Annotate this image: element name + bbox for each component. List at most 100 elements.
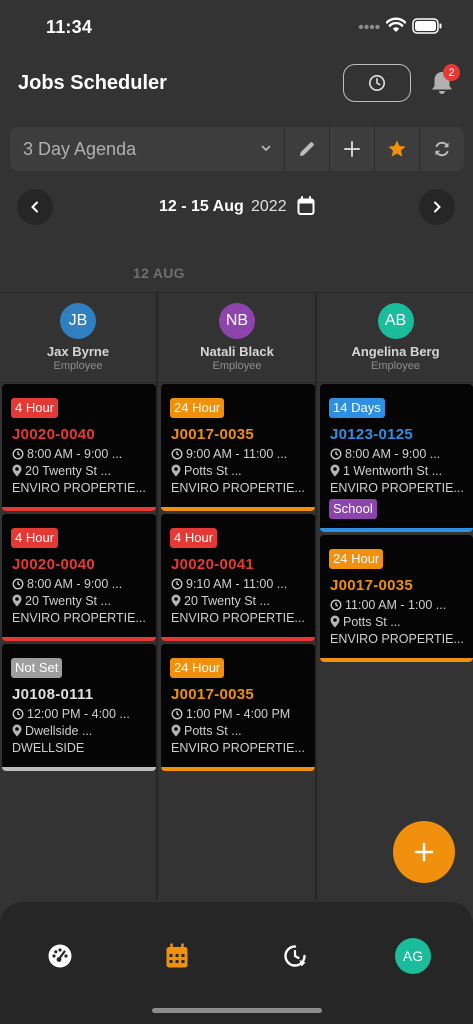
- avatar: NB: [219, 303, 255, 339]
- job-card[interactable]: 24 Hour J0017-0035 9:00 AM - 11:00 ... P…: [161, 384, 315, 511]
- job-card[interactable]: Not Set J0108-0111 12:00 PM - 4:00 ... D…: [2, 644, 156, 771]
- location-pin-icon: [12, 464, 22, 477]
- job-card[interactable]: 4 Hour J0020-0041 9:10 AM - 11:00 ... 20…: [161, 514, 315, 641]
- job-card[interactable]: 24 Hour J0017-0035 11:00 AM - 1:00 ... P…: [320, 535, 473, 662]
- add-job-button[interactable]: [393, 821, 455, 883]
- employee-column: NB Natali Black Employee 24 Hour J0017-0…: [159, 293, 317, 900]
- job-card[interactable]: 24 Hour J0017-0035 1:00 PM - 4:00 PM Pot…: [161, 644, 315, 771]
- status-bar-line: [320, 528, 473, 532]
- status-bar-line: [320, 658, 473, 662]
- job-number: J0017-0035: [171, 426, 255, 443]
- previous-range-button[interactable]: [17, 189, 53, 225]
- calendar-icon: [166, 943, 188, 968]
- clock-icon: [171, 578, 183, 590]
- job-card[interactable]: 4 Hour J0020-0040 8:00 AM - 9:00 ... 20 …: [2, 384, 156, 511]
- clock-icon: [369, 75, 385, 91]
- nav-dashboard[interactable]: [42, 938, 78, 974]
- job-number: J0017-0035: [171, 686, 255, 703]
- date-navigation: 12 - 15 Aug 2022: [0, 188, 473, 228]
- job-client: DWELLSIDE: [12, 741, 85, 755]
- job-number: J0020-0040: [12, 556, 96, 573]
- employee-column: JB Jax Byrne Employee 4 Hour J0020-0040 …: [0, 293, 158, 900]
- location-pin-icon: [12, 594, 22, 607]
- job-address: Potts St ...: [330, 615, 468, 629]
- job-card[interactable]: 14 Days J0123-0125 8:00 AM - 9:00 ... 1 …: [320, 384, 473, 532]
- chevron-right-icon: [434, 201, 441, 213]
- date-range[interactable]: 12 - 15 Aug: [159, 198, 244, 216]
- job-time: 11:00 AM - 1:00 ...: [330, 598, 468, 612]
- view-select[interactable]: 3 Day Agenda: [10, 127, 284, 171]
- employee-role: Employee: [371, 360, 420, 372]
- employee-header[interactable]: JB Jax Byrne Employee: [0, 293, 156, 383]
- nav-history[interactable]: [277, 938, 313, 974]
- duration-tag: 14 Days: [329, 398, 385, 418]
- edit-button[interactable]: [284, 127, 329, 171]
- bottom-navigation: AG: [0, 902, 473, 1024]
- job-address: Dwellside ...: [12, 724, 150, 738]
- page-title: Jobs Scheduler: [18, 72, 167, 94]
- job-client: ENVIRO PROPERTIE...: [171, 611, 305, 625]
- scheduler-grid: JB Jax Byrne Employee 4 Hour J0020-0040 …: [0, 292, 473, 900]
- clock-history-icon: [284, 945, 306, 967]
- job-client: ENVIRO PROPERTIE...: [171, 481, 305, 495]
- job-number: J0020-0040: [12, 426, 96, 443]
- job-address: 20 Twenty St ...: [12, 464, 150, 478]
- app-header: Jobs Scheduler 2: [0, 56, 473, 110]
- status-time: 11:34: [46, 17, 93, 37]
- profile-avatar[interactable]: AG: [395, 938, 431, 974]
- duration-tag: 4 Hour: [170, 528, 218, 548]
- job-time: 8:00 AM - 9:00 ...: [12, 577, 150, 591]
- plus-icon: [344, 141, 360, 157]
- chevron-down-icon: [261, 145, 271, 152]
- location-pin-icon: [12, 724, 22, 737]
- calendar-icon[interactable]: [297, 196, 315, 216]
- favorite-button[interactable]: [374, 127, 419, 171]
- employee-header[interactable]: AB Angelina Berg Employee: [318, 293, 473, 383]
- job-time: 8:00 AM - 9:00 ...: [330, 447, 468, 461]
- status-bar-line: [161, 767, 315, 771]
- duration-tag: 24 Hour: [170, 658, 225, 678]
- battery-icon: [412, 18, 442, 34]
- wifi-icon: [386, 17, 406, 32]
- job-client: ENVIRO PROPERTIE...: [330, 632, 464, 646]
- avatar: JB: [60, 303, 96, 339]
- employee-role: Employee: [212, 360, 262, 372]
- signal-icon: [358, 24, 380, 30]
- notification-badge: 2: [443, 64, 460, 81]
- refresh-button[interactable]: [419, 127, 464, 171]
- job-client: ENVIRO PROPERTIE...: [330, 481, 464, 495]
- view-select-value: 3 Day Agenda: [23, 138, 137, 159]
- job-number: J0123-0125: [330, 426, 414, 443]
- location-pin-icon: [171, 724, 181, 737]
- history-button[interactable]: [343, 64, 411, 102]
- status-bar-line: [2, 507, 156, 511]
- job-number: J0017-0035: [330, 577, 414, 594]
- status-bar-line: [2, 637, 156, 641]
- employee-column: AB Angelina Berg Employee 14 Days J0123-…: [318, 293, 473, 900]
- duration-tag: 4 Hour: [11, 528, 59, 548]
- nav-calendar[interactable]: [159, 938, 195, 974]
- refresh-icon: [435, 141, 449, 157]
- employee-name: Natali Black: [200, 344, 274, 359]
- date-year[interactable]: 2022: [251, 198, 287, 216]
- duration-tag: 24 Hour: [329, 549, 384, 569]
- job-card[interactable]: 4 Hour J0020-0040 8:00 AM - 9:00 ... 20 …: [2, 514, 156, 641]
- job-address: Potts St ...: [171, 724, 309, 738]
- job-number: J0108-0111: [12, 686, 94, 703]
- avatar: AB: [377, 303, 414, 339]
- clock-icon: [12, 578, 24, 590]
- view-toolbar: 3 Day Agenda: [10, 127, 464, 171]
- location-pin-icon: [171, 594, 181, 607]
- job-client: ENVIRO PROPERTIE...: [12, 481, 146, 495]
- next-range-button[interactable]: [419, 189, 455, 225]
- pencil-icon: [300, 142, 314, 156]
- chevron-left-icon: [31, 201, 38, 213]
- clock-icon: [330, 448, 342, 460]
- home-indicator: [152, 1008, 322, 1013]
- location-pin-icon: [171, 464, 181, 477]
- employee-header[interactable]: NB Natali Black Employee: [159, 293, 315, 383]
- status-bar-line: [161, 637, 315, 641]
- add-view-button[interactable]: [329, 127, 374, 171]
- job-address: 20 Twenty St ...: [171, 594, 309, 608]
- clock-icon: [12, 708, 24, 720]
